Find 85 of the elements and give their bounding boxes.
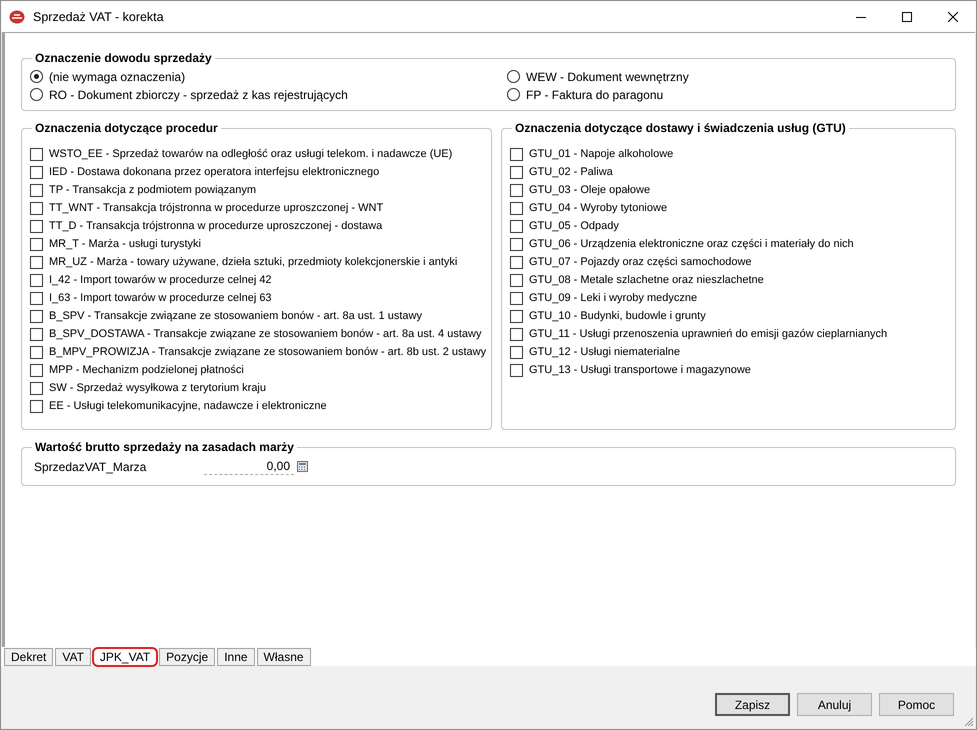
checkbox-label[interactable]: GTU_05 - Odpady <box>529 220 619 232</box>
checkbox-label[interactable]: IED - Dostawa dokonana przez operatora interfejsu elektronicznego <box>49 166 380 178</box>
checkbox-label[interactable]: GTU_07 - Pojazdy oraz części samochodowe <box>529 256 752 268</box>
tab[interactable]: VAT <box>55 648 91 666</box>
checkbox-label[interactable]: GTU_09 - Leki i wyroby medyczne <box>529 292 698 304</box>
dialog-button[interactable]: Zapisz <box>715 693 790 716</box>
checkbox-label[interactable]: GTU_03 - Oleje opałowe <box>529 184 650 196</box>
group-title: Wartość brutto sprzedaży na zasadach marży <box>34 440 295 454</box>
tab[interactable]: JPK_VAT <box>92 648 158 666</box>
checkbox-label[interactable]: MR_T - Marża - usługi turystyki <box>49 238 201 250</box>
checkbox[interactable] <box>30 166 43 178</box>
checkbox[interactable] <box>30 310 43 322</box>
checkbox-label[interactable]: MR_UZ - Marża - towary używane, dzieła sztuki, przedmioty kolekcjonerskie i antyki <box>49 256 458 268</box>
checkbox-label[interactable]: GTU_10 - Budynki, budowle i grunty <box>529 310 706 322</box>
checkbox[interactable] <box>510 184 523 196</box>
checkbox-label[interactable]: I_42 - Import towarów w procedurze celnej 42 <box>49 274 272 286</box>
checkbox-label[interactable]: GTU_11 - Usługi przenoszenia uprawnień do emisji gazów cieplarnianych <box>529 328 888 340</box>
radio-button[interactable] <box>30 88 43 101</box>
checkbox-label[interactable]: GTU_08 - Metale szlachetne oraz nieszlachetne <box>529 274 764 286</box>
checkbox[interactable] <box>510 292 523 304</box>
checkbox[interactable] <box>30 328 43 340</box>
resize-grip-icon[interactable] <box>964 717 974 727</box>
calculator-icon[interactable] <box>297 461 308 472</box>
group-title: Oznaczenia dotyczące dostawy i świadczenia usług (GTU) <box>514 121 847 135</box>
radio-button[interactable] <box>507 88 520 101</box>
checkbox[interactable] <box>510 274 523 286</box>
group-title: Oznaczenie dowodu sprzedaży <box>34 51 213 65</box>
checkbox-label[interactable]: GTU_13 - Usługi transportowe i magazynowe <box>529 364 751 376</box>
checkbox-label[interactable]: GTU_06 - Urządzenia elektroniczne oraz części i materiały do nich <box>529 238 854 250</box>
checkbox[interactable] <box>510 238 523 250</box>
group-title: Oznaczenia dotyczące procedur <box>34 121 219 135</box>
checkbox[interactable] <box>30 184 43 196</box>
checkbox[interactable] <box>510 148 523 160</box>
dialog-button[interactable]: Anuluj <box>797 693 872 716</box>
radio-label[interactable]: RO - Dokument zbiorczy - sprzedaż z kas rejestrujących <box>49 88 348 102</box>
checkbox[interactable] <box>510 310 523 322</box>
checkbox[interactable] <box>30 274 43 286</box>
app-logo-icon <box>9 10 25 24</box>
tab[interactable]: Pozycje <box>159 648 216 666</box>
checkbox[interactable] <box>30 346 43 358</box>
checkbox[interactable] <box>510 166 523 178</box>
window-title: Sprzedaż VAT - korekta <box>33 10 165 24</box>
checkbox[interactable] <box>30 238 43 250</box>
checkbox[interactable] <box>510 328 523 340</box>
checkbox[interactable] <box>30 364 43 376</box>
checkbox-label[interactable]: WSTO_EE - Sprzedaż towarów na odległość oraz usługi telekom. i nadawcze (UE) <box>49 148 452 160</box>
checkbox-label[interactable]: B_SPV - Transakcje związane ze stosowaniem bonów - art. 8a ust. 1 ustawy <box>49 310 422 322</box>
radio-label[interactable]: WEW - Dokument wewnętrzny <box>526 70 689 84</box>
checkbox-label[interactable]: SW - Sprzedaż wysyłkowa z terytorium kraju <box>49 382 266 394</box>
checkbox-label[interactable]: GTU_12 - Usługi niematerialne <box>529 346 680 358</box>
checkbox-label[interactable]: MPP - Mechanizm podzielonej płatności <box>49 364 244 376</box>
checkbox[interactable] <box>30 220 43 232</box>
tab[interactable]: Dekret <box>4 648 54 666</box>
checkbox[interactable] <box>30 400 43 412</box>
checkbox-label[interactable]: I_63 - Import towarów w procedurze celnej 63 <box>49 292 272 304</box>
checkbox-label[interactable]: B_MPV_PROWIZJA - Transakcje związane ze stosowaniem bonów - art. 8b ust. 2 ustawy <box>49 346 486 358</box>
checkbox[interactable] <box>510 220 523 232</box>
field-label: SprzedazVAT_Marza <box>34 460 148 474</box>
radio-label[interactable]: FP - Faktura do paragonu <box>526 88 664 102</box>
checkbox-label[interactable]: TT_WNT - Transakcja trójstronna w procedurze uproszczonej - WNT <box>49 202 384 214</box>
checkbox[interactable] <box>30 148 43 160</box>
dialog-button[interactable]: Pomoc <box>879 693 954 716</box>
checkbox-label[interactable]: GTU_04 - Wyroby tytoniowe <box>529 202 668 214</box>
amount-field[interactable]: 0,00 <box>204 458 294 475</box>
checkbox[interactable] <box>510 202 523 214</box>
checkbox-label[interactable]: EE - Usługi telekomunikacyjne, nadawcze i elektroniczne <box>49 400 327 412</box>
radio-button[interactable] <box>30 70 43 83</box>
radio-label[interactable]: (nie wymaga oznaczenia) <box>49 70 186 84</box>
checkbox-label[interactable]: GTU_01 - Napoje alkoholowe <box>529 148 674 160</box>
checkbox[interactable] <box>510 256 523 268</box>
tab[interactable]: Własne <box>256 648 311 666</box>
checkbox-label[interactable]: TT_D - Transakcja trójstronna w procedurze uproszczonej - dostawa <box>49 220 382 232</box>
checkbox[interactable] <box>30 256 43 268</box>
tab[interactable]: Inne <box>217 648 255 666</box>
checkbox[interactable] <box>510 346 523 358</box>
checkbox-label[interactable]: GTU_02 - Paliwa <box>529 166 613 178</box>
checkbox[interactable] <box>510 364 523 376</box>
checkbox[interactable] <box>30 382 43 394</box>
close-icon[interactable] <box>948 12 958 22</box>
checkbox-label[interactable]: TP - Transakcja z podmiotem powiązanym <box>49 184 256 196</box>
checkbox[interactable] <box>30 202 43 214</box>
maximize-icon[interactable] <box>902 12 912 22</box>
checkbox-label[interactable]: B_SPV_DOSTAWA - Transakcje związane ze stosowaniem bonów - art. 8a ust. 4 ustawy <box>49 328 482 340</box>
radio-button[interactable] <box>507 70 520 83</box>
checkbox[interactable] <box>30 292 43 304</box>
